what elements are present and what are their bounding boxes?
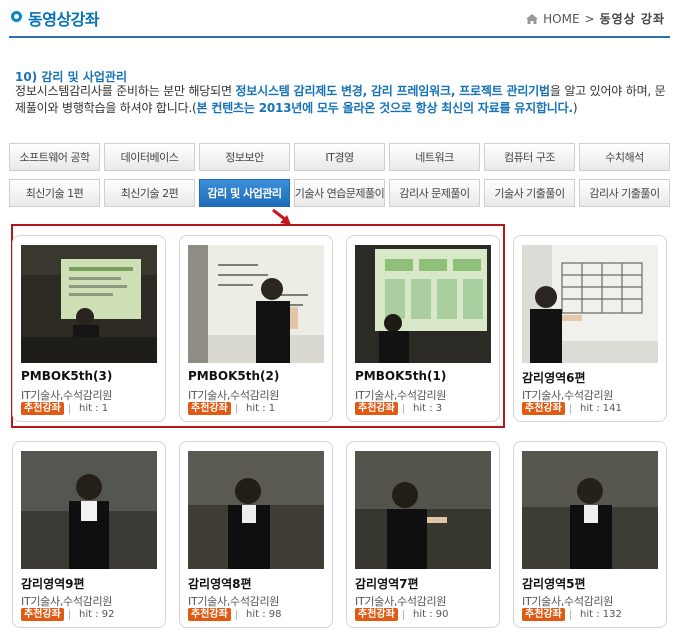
desc-highlight: 본 컨텐츠는 2013년에 모두 올라온 것으로 항상 최신의 자료를 유지합니… [196, 101, 573, 115]
hit-count: hit : 98 [236, 609, 282, 620]
breadcrumb-current: 동영상 강좌 [599, 12, 665, 26]
video-title[interactable]: PMBOK5th(3) [21, 369, 112, 383]
tab-it-management[interactable]: IT경영 [294, 143, 385, 171]
video-author: IT기술사,수석감리원 [522, 389, 614, 402]
recommended-badge: 추천강좌 [522, 402, 565, 415]
bullet-icon [11, 11, 22, 22]
section-description: 정보시스템감리사를 준비하는 분만 해당되면 정보시스템 감리제도 변경, 감리… [15, 83, 667, 117]
video-card[interactable]: 감리영역8편 IT기술사,수석감리원 추천강좌 hit : 98 [179, 441, 333, 628]
tab-database[interactable]: 데이터베이스 [104, 143, 195, 171]
tab-latest-tech-1[interactable]: 최신기술 1편 [9, 179, 100, 207]
video-card[interactable]: 감리영역6편 IT기술사,수석감리원 추천강좌 hit : 141 [513, 235, 667, 422]
tab-network[interactable]: 네트워크 [389, 143, 480, 171]
video-title[interactable]: 감리영역7편 [355, 575, 419, 592]
video-author: IT기술사,수석감리원 [355, 595, 447, 608]
video-title[interactable]: PMBOK5th(1) [355, 369, 446, 383]
tab-auditor-problems[interactable]: 감리사 문제풀이 [389, 179, 480, 207]
video-thumbnail[interactable] [355, 451, 491, 569]
video-author: IT기술사,수석감리원 [21, 389, 113, 402]
video-title[interactable]: 감리영역6편 [522, 369, 586, 386]
tab-computer-architecture[interactable]: 컴퓨터 구조 [484, 143, 575, 171]
home-icon [526, 13, 539, 24]
desc-text: 정보시스템감리사를 준비하는 분만 해당되면 [15, 84, 236, 98]
page-title: 동영상강좌 [28, 10, 100, 29]
video-thumbnail[interactable] [355, 245, 491, 363]
desc-highlight: 정보시스템 감리제도 변경, 감리 프레임워크, 프로젝트 관리기법 [235, 84, 550, 98]
tab-security[interactable]: 정보보안 [199, 143, 290, 171]
page-header: 동영상강좌 HOME > 동영상 강좌 [0, 0, 677, 36]
hit-count: hit : 92 [69, 609, 115, 620]
breadcrumb: HOME > 동영상 강좌 [526, 10, 665, 27]
recommended-badge: 추천강좌 [21, 608, 64, 621]
video-card[interactable]: 감리영역5편 IT기술사,수석감리원 추천강좌 hit : 132 [513, 441, 667, 628]
tab-latest-tech-2[interactable]: 최신기술 2편 [104, 179, 195, 207]
video-author: IT기술사,수석감리원 [188, 389, 280, 402]
hit-count: hit : 1 [68, 403, 109, 414]
tab-audit-project-management[interactable]: 감리 및 사업관리 [199, 179, 290, 207]
category-tabs-row-2: 최신기술 1편 최신기술 2편 감리 및 사업관리 기술사 연습문제풀이 감리사… [9, 179, 673, 207]
video-card[interactable]: PMBOK5th(2) IT기술사,수석감리원 추천강좌 hit : 1 [179, 235, 333, 422]
tab-software-engineering[interactable]: 소프트웨어 공학 [9, 143, 100, 171]
video-author: IT기술사,수석감리원 [188, 595, 280, 608]
hit-count: hit : 90 [403, 609, 449, 620]
video-title[interactable]: 감리영역8편 [188, 575, 252, 592]
tab-numerical-analysis[interactable]: 수치해석 [579, 143, 670, 171]
recommended-badge: 추천강좌 [355, 402, 398, 415]
video-card[interactable]: 감리영역7편 IT기술사,수석감리원 추천강좌 hit : 90 [346, 441, 500, 628]
video-thumbnail[interactable] [188, 451, 324, 569]
video-title[interactable]: 감리영역9편 [21, 575, 85, 592]
recommended-badge: 추천강좌 [21, 402, 64, 415]
recommended-badge: 추천강좌 [355, 608, 398, 621]
video-card[interactable]: PMBOK5th(3) IT기술사,수석감리원 추천강좌 hit : 1 [12, 235, 166, 422]
video-title[interactable]: 감리영역5편 [522, 575, 586, 592]
video-thumbnail[interactable] [21, 245, 157, 363]
tab-pe-practice[interactable]: 기술사 연습문제풀이 [294, 179, 385, 207]
breadcrumb-home-link[interactable]: HOME [543, 12, 579, 26]
hit-count: hit : 132 [570, 609, 622, 620]
video-thumbnail[interactable] [21, 451, 157, 569]
video-card[interactable]: 감리영역9편 IT기술사,수석감리원 추천강좌 hit : 92 [12, 441, 166, 628]
category-tabs-row-1: 소프트웨어 공학 데이터베이스 정보보안 IT경영 네트워크 컴퓨터 구조 수치… [9, 143, 673, 171]
desc-text: ) [572, 101, 578, 115]
video-author: IT기술사,수석감리원 [355, 389, 447, 402]
video-author: IT기술사,수석감리원 [522, 595, 614, 608]
recommended-badge: 추천강좌 [188, 608, 231, 621]
video-card[interactable]: PMBOK5th(1) IT기술사,수석감리원 추천강좌 hit : 3 [346, 235, 500, 422]
video-thumbnail[interactable] [522, 245, 658, 363]
breadcrumb-separator: > [584, 11, 595, 26]
video-author: IT기술사,수석감리원 [21, 595, 113, 608]
video-title[interactable]: PMBOK5th(2) [188, 369, 279, 383]
tab-pe-past-exams[interactable]: 기술사 기출풀이 [484, 179, 575, 207]
video-thumbnail[interactable] [522, 451, 658, 569]
hit-count: hit : 1 [235, 403, 276, 414]
tab-auditor-past-exams[interactable]: 감리사 기출풀이 [579, 179, 670, 207]
recommended-badge: 추천강좌 [522, 608, 565, 621]
hit-count: hit : 141 [570, 403, 622, 414]
hit-count: hit : 3 [402, 403, 443, 414]
header-divider [9, 36, 670, 38]
recommended-badge: 추천강좌 [188, 402, 231, 415]
video-thumbnail[interactable] [188, 245, 324, 363]
